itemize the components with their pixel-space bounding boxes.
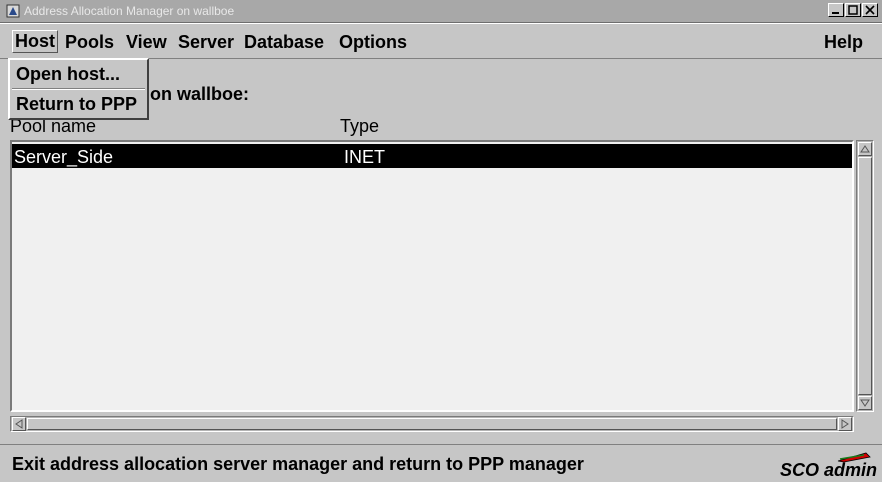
menu-view-label: View (126, 32, 167, 52)
menu-server-label: Server (178, 32, 235, 52)
window-controls (828, 3, 878, 17)
vertical-scrollbar[interactable] (856, 140, 874, 412)
maximize-icon (848, 5, 858, 15)
close-icon (865, 5, 875, 15)
minimize-icon (832, 12, 839, 14)
close-button[interactable] (862, 3, 878, 17)
menu-host-label: Host (15, 31, 55, 51)
arrow-up-icon (860, 145, 870, 153)
scroll-right-button[interactable] (838, 417, 852, 431)
minimize-button[interactable] (828, 3, 844, 17)
window-title: Address Allocation Manager on wallboe (24, 4, 235, 18)
sco-admin-logo: SCO admin (780, 451, 878, 481)
horizontal-scroll-thumb[interactable] (27, 418, 837, 430)
menu-pools[interactable]: Pools (65, 32, 114, 53)
status-bar: Exit address allocation server manager a… (0, 444, 882, 482)
menu-server[interactable]: Server (178, 32, 234, 53)
pool-type-cell: INET (344, 147, 386, 167)
pool-list[interactable]: Server_Side INET (10, 140, 854, 412)
title-bar: Address Allocation Manager on wallboe (0, 0, 882, 23)
menu-pools-label: Pools (65, 32, 115, 52)
menu-database[interactable]: Database (244, 32, 324, 53)
scroll-up-button[interactable] (858, 142, 872, 156)
table-row[interactable]: Server_Side INET (12, 144, 852, 168)
scroll-left-button[interactable] (12, 417, 26, 431)
host-dropdown-menu: Open host... Return to PPP (8, 58, 149, 120)
logo-sco-text: SCO (780, 460, 820, 480)
column-header-type[interactable]: Type (340, 116, 379, 137)
vertical-scroll-thumb[interactable] (858, 157, 872, 395)
pool-name-cell: Server_Side (14, 147, 114, 167)
menu-view[interactable]: View (126, 32, 167, 53)
menu-item-open-host[interactable]: Open host... (16, 64, 120, 85)
menu-options-label: Options (339, 32, 407, 52)
arrow-left-icon (15, 419, 23, 429)
maximize-button[interactable] (845, 3, 861, 17)
menu-help-label: Help (824, 32, 864, 52)
system-menu-icon[interactable] (6, 4, 20, 18)
menu-bar: Host Pools View Server Database Options … (0, 23, 882, 59)
menu-help[interactable]: Help (824, 32, 863, 53)
menu-host[interactable]: Host (12, 30, 58, 53)
logo-admin-text: admin (824, 460, 878, 480)
menu-database-label: Database (244, 32, 325, 52)
menu-options[interactable]: Options (339, 32, 407, 53)
status-message: Exit address allocation server manager a… (12, 454, 584, 474)
horizontal-scrollbar[interactable] (10, 416, 854, 432)
menu-item-return-to-ppp[interactable]: Return to PPP (16, 94, 137, 115)
arrow-right-icon (841, 419, 849, 429)
menu-separator (12, 88, 145, 90)
pools-heading: on wallboe: (150, 84, 249, 104)
arrow-down-icon (860, 399, 870, 407)
scroll-down-button[interactable] (858, 396, 872, 410)
